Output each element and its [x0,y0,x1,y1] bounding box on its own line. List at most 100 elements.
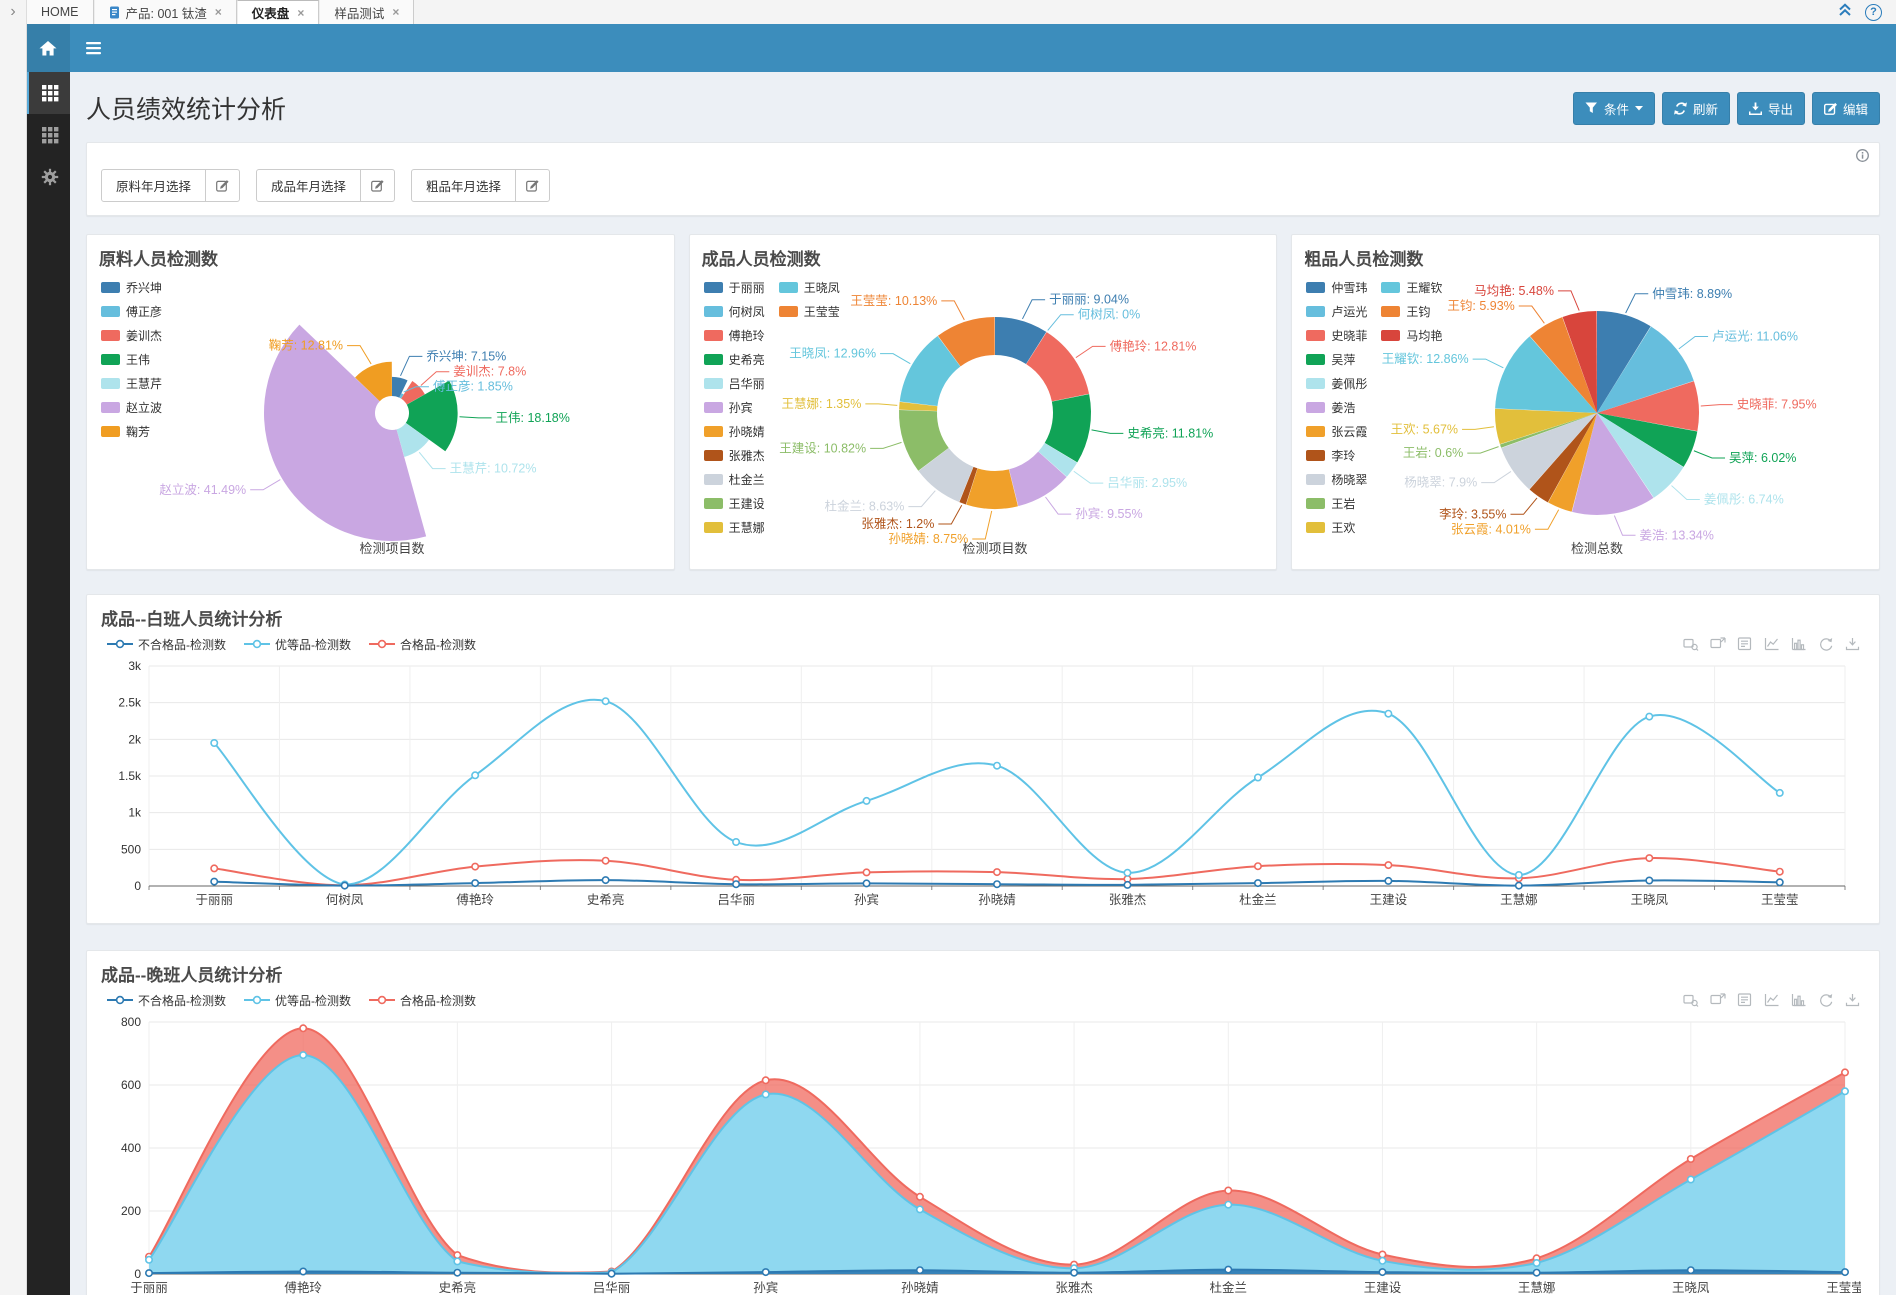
data-point-不合格品-检测数[interactable] [863,880,869,886]
data-point-不合格品-检测数[interactable] [1385,878,1391,884]
legend-item-合格品-检测数[interactable]: 合格品-检测数 [369,636,476,653]
data-point-优等品-检测数[interactable] [1124,870,1130,876]
data-point-不合格品-检测数[interactable] [211,878,217,884]
toolbox-data-view-icon[interactable] [1737,637,1753,651]
legend-item-仲雪玮[interactable]: 仲雪玮 [1306,279,1367,296]
help-icon[interactable]: ? [1865,4,1882,21]
data-point-不合格品-检测数[interactable] [602,877,608,883]
data-point-优等品-检测数[interactable] [763,1091,769,1097]
data-point-合格品-检测数[interactable] [1379,1251,1385,1257]
data-point-合格品-检测数[interactable] [1688,1156,1694,1162]
toolbox-save-image-icon[interactable] [1845,637,1861,651]
data-point-优等品-检测数[interactable] [1777,790,1783,796]
legend-item-王钧[interactable]: 王钧 [1381,303,1442,320]
data-point-不合格品-检测数[interactable] [608,1271,614,1277]
tab-close-icon[interactable]: × [297,6,304,20]
data-point-不合格品-检测数[interactable] [1379,1269,1385,1275]
legend-item-不合格品-检测数[interactable]: 不合格品-检测数 [107,992,226,1009]
tab-close-icon[interactable]: × [215,5,222,19]
data-point-优等品-检测数[interactable] [733,839,739,845]
legend-item-史晓菲[interactable]: 史晓菲 [1306,327,1367,344]
data-point-合格品-检测数[interactable] [1255,863,1261,869]
legend-item-李玲[interactable]: 李玲 [1306,447,1367,464]
raw-month-select-label-button[interactable]: 原料年月选择 [102,170,205,201]
sidebar-item-modules[interactable] [26,114,70,156]
data-point-合格品-检测数[interactable] [917,1194,923,1200]
data-point-合格品-检测数[interactable] [1777,869,1783,875]
toolbox-line-type-icon[interactable] [1764,637,1780,651]
data-point-优等品-检测数[interactable] [1225,1202,1231,1208]
data-point-合格品-检测数[interactable] [602,858,608,864]
data-point-优等品-检测数[interactable] [146,1257,152,1263]
legend-item-合格品-检测数[interactable]: 合格品-检测数 [369,992,476,1009]
crude-month-select-edit-button[interactable] [515,170,549,201]
legend-item-马均艳[interactable]: 马均艳 [1381,327,1442,344]
legend-item-傅艳玲[interactable]: 傅艳玲 [704,327,765,344]
condition-button[interactable]: 条件 [1573,92,1655,125]
data-point-优等品-检测数[interactable] [863,798,869,804]
data-point-优等品-检测数[interactable] [1255,774,1261,780]
legend-item-王欢[interactable]: 王欢 [1306,519,1367,536]
data-point-不合格品-检测数[interactable] [146,1270,152,1276]
data-point-优等品-检测数[interactable] [994,763,1000,769]
toolbox-zoom-reset-icon[interactable] [1710,637,1726,651]
legend-item-张雅杰[interactable]: 张雅杰 [704,447,765,464]
window-tab-sample-test[interactable]: 样品测试× [319,0,414,24]
sidebar-item-dashboard[interactable] [26,72,70,114]
toolbox-zoom-reset-icon[interactable] [1710,993,1726,1007]
legend-item-孙宾[interactable]: 孙宾 [704,399,765,416]
data-point-不合格品-检测数[interactable] [1777,879,1783,885]
toolbox-restore-icon[interactable] [1818,993,1834,1007]
finished-month-select-edit-button[interactable] [360,170,394,201]
legend-item-不合格品-检测数[interactable]: 不合格品-检测数 [107,636,226,653]
legend-item-杜金兰[interactable]: 杜金兰 [704,471,765,488]
data-point-优等品-检测数[interactable] [1379,1258,1385,1264]
legend-item-傅正彦[interactable]: 傅正彦 [101,303,162,320]
window-tab-dashboard[interactable]: 仪表盘× [237,0,320,24]
legend-item-姜浩[interactable]: 姜浩 [1306,399,1367,416]
legend-item-何树凤[interactable]: 何树凤 [704,303,765,320]
data-point-不合格品-检测数[interactable] [300,1268,306,1274]
collapse-tabs-icon[interactable] [1837,2,1853,17]
data-point-不合格品-检测数[interactable] [1688,1267,1694,1273]
legend-item-优等品-检测数[interactable]: 优等品-检测数 [244,992,351,1009]
legend-item-姜训杰[interactable]: 姜训杰 [101,327,162,344]
window-tab-product-001[interactable]: 产品: 001 钛渣× [94,0,237,24]
legend-item-王莹莹[interactable]: 王莹莹 [779,303,840,320]
data-point-不合格品-检测数[interactable] [472,880,478,886]
legend-item-吴萍[interactable]: 吴萍 [1306,351,1367,368]
legend-item-杨晓翠[interactable]: 杨晓翠 [1306,471,1367,488]
data-point-合格品-检测数[interactable] [994,869,1000,875]
info-icon[interactable] [1856,149,1869,162]
toolbox-line-type-icon[interactable] [1764,993,1780,1007]
legend-item-姜佩彤[interactable]: 姜佩彤 [1306,375,1367,392]
expand-tab-list-button[interactable]: › [0,0,26,24]
legend-item-优等品-检测数[interactable]: 优等品-检测数 [244,636,351,653]
data-point-优等品-检测数[interactable] [454,1258,460,1264]
data-point-不合格品-检测数[interactable] [341,882,347,888]
legend-item-王耀钦[interactable]: 王耀钦 [1381,279,1442,296]
toolbox-bar-type-icon[interactable] [1791,993,1807,1007]
toolbox-bar-type-icon[interactable] [1791,637,1807,651]
legend-item-吕华丽[interactable]: 吕华丽 [704,375,765,392]
data-point-优等品-检测数[interactable] [472,772,478,778]
toolbox-data-zoom-icon[interactable] [1683,993,1699,1007]
data-point-合格品-检测数[interactable] [1385,862,1391,868]
legend-item-王晓凤[interactable]: 王晓凤 [779,279,840,296]
data-point-优等品-检测数[interactable] [211,740,217,746]
refresh-button[interactable]: 刷新 [1662,92,1730,125]
data-point-不合格品-检测数[interactable] [763,1269,769,1275]
data-point-不合格品-检测数[interactable] [917,1267,923,1273]
data-point-不合格品-检测数[interactable] [1225,1266,1231,1272]
data-point-合格品-检测数[interactable] [1646,855,1652,861]
crude-month-select-label-button[interactable]: 粗品年月选择 [412,170,515,201]
tab-close-icon[interactable]: × [392,5,399,19]
toolbox-restore-icon[interactable] [1818,637,1834,651]
raw-month-select-edit-button[interactable] [205,170,239,201]
legend-item-王岩[interactable]: 王岩 [1306,495,1367,512]
data-point-优等品-检测数[interactable] [1385,711,1391,717]
data-point-优等品-检测数[interactable] [1842,1088,1848,1094]
data-point-不合格品-检测数[interactable] [733,881,739,887]
legend-item-乔兴坤[interactable]: 乔兴坤 [101,279,162,296]
data-point-合格品-检测数[interactable] [863,869,869,875]
